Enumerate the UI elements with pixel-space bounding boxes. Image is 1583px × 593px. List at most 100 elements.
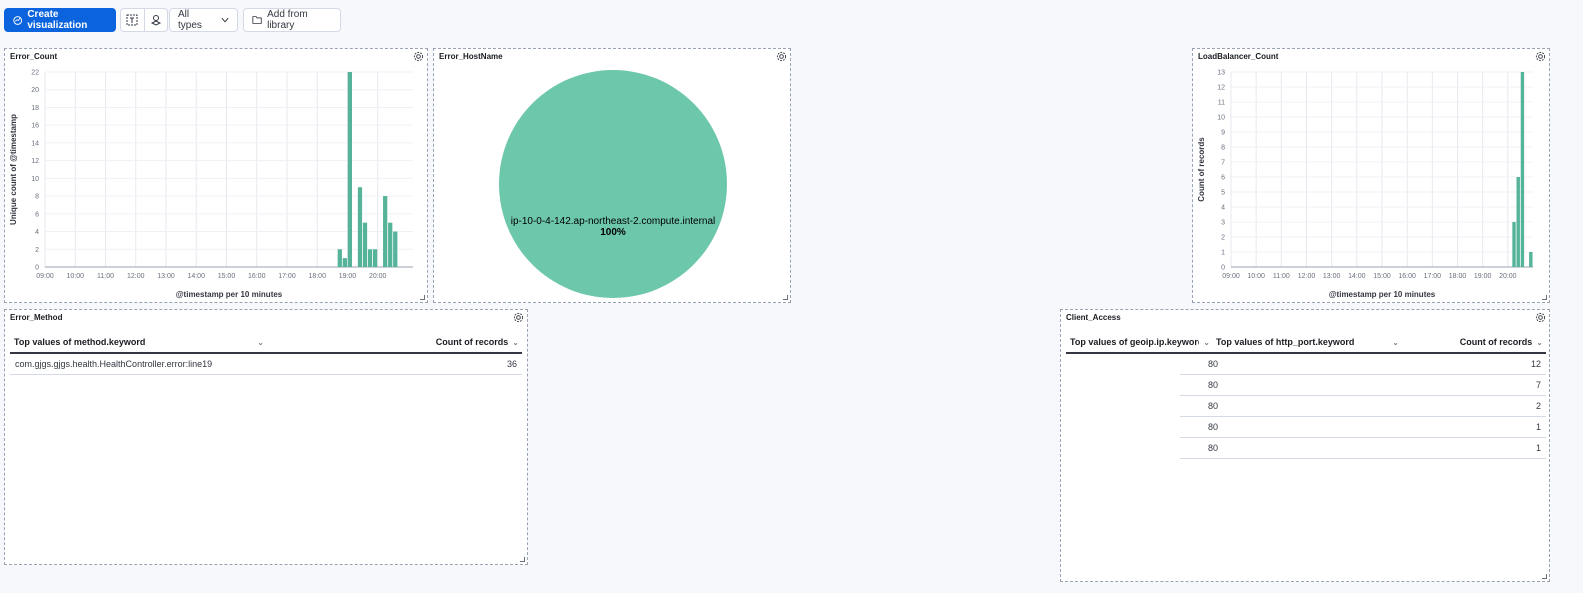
bar[interactable] xyxy=(1529,252,1533,267)
y-tick-label: 0 xyxy=(35,265,39,272)
error-hostname-panel: Error_HostName ip-10-0-4-142.ap-northeas… xyxy=(433,48,791,303)
count-cell: 7 xyxy=(1535,380,1541,390)
y-tick-label: 13 xyxy=(1217,70,1225,77)
column-header-method[interactable]: Top values of method.keyword ⌄ xyxy=(14,335,264,349)
bar[interactable] xyxy=(337,249,342,267)
bar[interactable] xyxy=(362,222,368,267)
column-header-geoip[interactable]: Top values of geoip.ip.keyword ⌄ xyxy=(1070,335,1210,349)
y-tick-label: 18 xyxy=(31,105,39,112)
error-hostname-pie: ip-10-0-4-142.ap-northeast-2.compute.int… xyxy=(499,70,727,298)
port-cell: 80 xyxy=(1208,401,1219,411)
x-tick-label: 13:00 xyxy=(157,273,175,280)
x-tick-label: 14:00 xyxy=(1348,273,1366,280)
bar[interactable] xyxy=(372,249,378,267)
bar[interactable] xyxy=(357,187,363,267)
bar[interactable] xyxy=(342,258,347,267)
table-row[interactable]: 80 2 xyxy=(1180,396,1546,417)
y-tick-label: 10 xyxy=(31,176,39,183)
count-cell: 1 xyxy=(1535,443,1541,453)
table-row[interactable]: 80 1 xyxy=(1180,417,1546,438)
text-panel-button[interactable] xyxy=(121,9,144,31)
gear-icon[interactable] xyxy=(1535,312,1546,323)
bar[interactable] xyxy=(1512,222,1516,267)
add-from-library-button[interactable]: Add from library xyxy=(243,8,341,32)
table-row[interactable]: com.gjgs.gjgs.health.HealthController.er… xyxy=(10,354,522,375)
pie-slice-value: 100% xyxy=(600,227,626,238)
table-row[interactable]: 80 12 xyxy=(1180,354,1546,375)
x-axis-title: @timestamp per 10 minutes xyxy=(176,290,283,299)
y-tick-label: 2 xyxy=(1221,235,1225,242)
x-tick-label: 09:00 xyxy=(36,273,54,280)
folder-icon xyxy=(252,16,262,24)
count-cell: 2 xyxy=(1535,401,1541,411)
quick-button-group xyxy=(120,8,168,32)
bar[interactable] xyxy=(383,196,388,267)
y-axis-title: Unique count of @timestamp xyxy=(9,114,18,225)
resize-handle[interactable] xyxy=(1542,295,1547,300)
chevron-down-icon: ⌄ xyxy=(512,337,519,347)
count-cell: 12 xyxy=(1530,359,1541,369)
y-tick-label: 12 xyxy=(1217,85,1225,92)
error-method-panel: Error_Method Top values of method.keywor… xyxy=(4,309,528,565)
y-tick-label: 2 xyxy=(35,247,39,254)
panel-title: Error_Method xyxy=(10,313,63,322)
column-header-label: Count of records xyxy=(435,337,509,347)
column-header-label: Top values of geoip.ip.keyword xyxy=(1070,337,1200,347)
panel-title: Client_Access xyxy=(1066,313,1121,322)
table-row[interactable]: 80 7 xyxy=(1180,375,1546,396)
resize-handle[interactable] xyxy=(420,295,425,300)
y-tick-label: 7 xyxy=(1221,160,1225,167)
x-tick-label: 15:00 xyxy=(1373,273,1391,280)
column-header-count[interactable]: Count of records ⌄ xyxy=(1421,335,1543,349)
bar[interactable] xyxy=(1516,177,1520,267)
y-tick-label: 5 xyxy=(1221,190,1225,197)
y-tick-label: 14 xyxy=(31,140,39,147)
bar[interactable] xyxy=(393,231,398,267)
loadbalancer-count-panel: LoadBalancer_Count 09:00 10:00 11:00 12:00 1… xyxy=(1192,48,1550,303)
y-tick-label: 22 xyxy=(31,70,39,77)
x-tick-label: 19:00 xyxy=(1474,273,1492,280)
resize-handle[interactable] xyxy=(520,557,525,562)
y-tick-label: 6 xyxy=(35,211,39,218)
port-cell: 80 xyxy=(1208,359,1219,369)
bar[interactable] xyxy=(347,72,353,267)
bar[interactable] xyxy=(388,222,393,267)
x-tick-label: 16:00 xyxy=(1398,273,1416,280)
bar[interactable] xyxy=(1520,72,1525,267)
x-tick-label: 15:00 xyxy=(218,273,236,280)
port-cell: 80 xyxy=(1208,380,1219,390)
x-tick-label: 17:00 xyxy=(278,273,296,280)
y-tick-label: 8 xyxy=(1221,145,1225,152)
x-axis-title: @timestamp per 10 minutes xyxy=(1329,290,1436,299)
y-tick-label: 10 xyxy=(1217,115,1225,122)
map-marker-icon xyxy=(150,15,161,26)
x-tick-label: 14:00 xyxy=(187,273,205,280)
x-tick-label: 17:00 xyxy=(1424,273,1442,280)
count-cell: 1 xyxy=(1535,422,1541,432)
maps-button[interactable] xyxy=(143,9,168,31)
x-tick-label: 20:00 xyxy=(369,273,387,280)
chevron-down-icon xyxy=(221,17,229,23)
column-header-port[interactable]: Top values of http_port.keyword ⌄ xyxy=(1216,335,1399,349)
column-header-label: Count of records xyxy=(1459,337,1533,347)
chevron-down-icon: ⌄ xyxy=(1203,337,1210,347)
bar[interactable] xyxy=(367,249,373,267)
y-tick-label: 16 xyxy=(31,123,39,130)
x-tick-label: 10:00 xyxy=(1247,273,1265,280)
pie-slice-label: ip-10-0-4-142.ap-northeast-2.compute.int… xyxy=(511,216,716,227)
gear-icon[interactable] xyxy=(513,312,524,323)
x-tick-label: 11:00 xyxy=(1273,273,1290,280)
resize-handle[interactable] xyxy=(783,295,788,300)
create-visualization-button[interactable]: Create visualization xyxy=(4,8,116,32)
table-row[interactable]: 80 1 xyxy=(1180,438,1546,459)
all-types-dropdown[interactable]: All types xyxy=(169,8,238,32)
y-tick-label: 1 xyxy=(1221,250,1225,257)
x-tick-label: 09:00 xyxy=(1222,273,1240,280)
pie-slice[interactable] xyxy=(499,70,727,298)
y-tick-label: 11 xyxy=(1218,100,1225,107)
resize-handle[interactable] xyxy=(1542,574,1547,579)
text-icon xyxy=(126,14,138,26)
column-header-count[interactable]: Count of records ⌄ xyxy=(385,335,519,349)
y-tick-label: 0 xyxy=(1221,265,1225,272)
y-tick-label: 3 xyxy=(1221,220,1225,227)
